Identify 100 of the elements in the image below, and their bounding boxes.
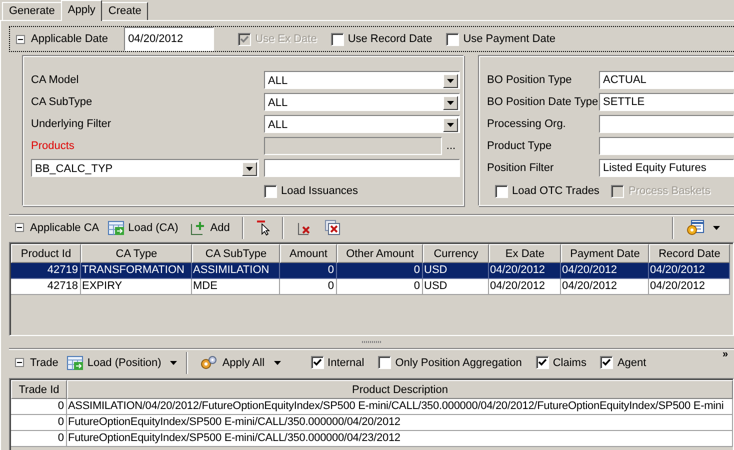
checkbox-label: Use Payment Date	[463, 33, 556, 45]
table-cell: 0	[280, 263, 337, 279]
overflow-button[interactable]: »	[722, 349, 728, 360]
table-cell: FutureOptionEquityIndex/SP500 E-mini/CALL/350.000000/04/20/2012	[67, 415, 733, 431]
input-field[interactable]	[264, 159, 460, 177]
toolbar-button[interactable]: Add	[187, 216, 233, 238]
toolbar-button[interactable]: Load (CA)	[105, 216, 182, 238]
table-row[interactable]: 0 ASSIMILATION/04/20/2012/FutureOptionEquityIndex/SP500 E-mini/CALL/350.000000/04/20/2012/FutureOptionEquityIndex/SP500 E-mini	[11, 399, 733, 415]
table-cell: 0	[11, 399, 67, 415]
gears-icon	[200, 355, 218, 370]
column-header[interactable]: Other Amount	[337, 244, 423, 263]
checkbox[interactable]	[600, 356, 614, 369]
checkbox-label: Internal	[328, 356, 364, 368]
tab[interactable]: Generate	[2, 2, 62, 20]
field-label: Processing Org.	[487, 118, 567, 130]
checkbox-label: Agent	[617, 356, 646, 368]
field-label: CA Model	[31, 74, 80, 86]
checkbox[interactable]	[446, 32, 460, 46]
table-cell: 0	[337, 263, 423, 279]
dropdown[interactable]: ALL	[264, 93, 460, 111]
dropdown-button[interactable]	[443, 74, 458, 88]
checkbox-label: Claims	[552, 356, 586, 368]
tab[interactable]: Apply	[60, 0, 102, 21]
checkbox-label: Load OTC Trades	[512, 185, 600, 197]
checkbox[interactable]	[310, 356, 324, 369]
input-field[interactable]	[599, 137, 734, 155]
table-cell: 0	[337, 279, 423, 295]
caret-icon[interactable]	[713, 226, 720, 230]
table-cell: ASSIMILATION/04/20/2012/FutureOptionEquityIndex/SP500 E-mini/CALL/350.000000/04/20/2012/FutureOptionEquityIndex/SP500 E-mini	[67, 399, 733, 415]
tab[interactable]: Create	[101, 2, 148, 20]
column-header[interactable]: CA Type	[81, 244, 192, 263]
table-cell: EXPIRY	[81, 279, 192, 295]
input-field[interactable]: Listed Equity Futures	[599, 159, 734, 177]
settings-icon	[686, 220, 704, 236]
section-title: Applicable CA	[30, 222, 100, 234]
caret-icon[interactable]	[274, 360, 281, 364]
table-cell: USD	[423, 263, 489, 279]
column-header[interactable]: Trade Id	[11, 380, 67, 399]
column-header[interactable]: Ex Date	[489, 244, 561, 263]
dropdown-button[interactable]	[443, 118, 458, 132]
dropdown-button[interactable]	[443, 96, 458, 110]
caret-icon	[447, 100, 454, 104]
splitter-grip[interactable]	[362, 340, 382, 344]
table-cell: 42718	[11, 279, 81, 295]
collapse-icon[interactable]	[16, 34, 25, 44]
column-header[interactable]: Product Id	[11, 244, 81, 263]
checkbox[interactable]	[378, 356, 392, 369]
field-label: Products	[31, 140, 76, 152]
field-label: BO Position Type	[487, 74, 573, 86]
section-title: Applicable Date	[31, 33, 108, 45]
toolbar-button[interactable]: Apply All	[197, 352, 268, 374]
checkbox[interactable]	[495, 184, 508, 198]
table-row[interactable]: 0 FutureOptionEquityIndex/SP500 E-mini/CALL/350.000000/04/20/2012	[11, 415, 733, 431]
table-cell: 0	[280, 279, 337, 295]
table-cell: 04/20/2012	[561, 263, 649, 279]
field-label: Position Filter	[487, 162, 555, 174]
table-cell: 04/20/2012	[561, 279, 649, 295]
table-cell: USD	[423, 279, 489, 295]
table-icon	[67, 356, 84, 370]
collapse-icon[interactable]	[15, 223, 24, 232]
field-label: BO Position Date Type	[487, 96, 599, 108]
column-header[interactable]: Amount	[280, 244, 337, 263]
checkbox-label: Only Position Aggregation	[395, 356, 522, 368]
table-row[interactable]: 42719 TRANSFORMATION ASSIMILATION 0 0 USD 04/20/2012 04/20/2012 04/20/2012	[11, 263, 733, 279]
checkbox-label: Load Issuances	[281, 185, 358, 197]
checkbox[interactable]	[330, 32, 344, 46]
checkbox[interactable]	[264, 184, 277, 198]
input-field[interactable]	[599, 115, 734, 133]
table-cell: MDE	[192, 279, 280, 295]
table-cell: 04/20/2012	[489, 279, 561, 295]
date-field[interactable]: 04/20/2012	[124, 27, 214, 51]
table-cell: 42719	[11, 263, 81, 279]
caret-icon	[447, 78, 454, 82]
table-row[interactable]: 42718 EXPIRY MDE 0 0 USD 04/20/2012 04/20/2012 04/20/2012	[11, 279, 733, 295]
input-field[interactable]: ACTUAL	[599, 71, 734, 89]
browse-button[interactable]: ...	[442, 140, 460, 152]
dropdown[interactable]: ALL	[264, 115, 460, 133]
section-title: Trade	[30, 356, 58, 368]
table-icon	[108, 220, 124, 234]
dropdown[interactable]: BB_CALC_TYP	[31, 159, 259, 177]
dropdown-button[interactable]	[242, 162, 257, 176]
toolbar-button[interactable]: Load (Position)	[64, 352, 164, 374]
delete-all-icon	[324, 219, 341, 236]
dropdown[interactable]: ALL	[264, 71, 460, 89]
column-header[interactable]: Payment Date	[561, 244, 649, 263]
input-field[interactable]: SETTLE	[599, 93, 734, 111]
field-label: CA SubType	[31, 96, 94, 108]
table-cell: 0	[11, 415, 67, 431]
column-header[interactable]: Product Description	[67, 380, 733, 399]
column-header[interactable]: Record Date	[649, 244, 730, 263]
field-label: Underlying Filter	[31, 118, 112, 130]
caret-icon	[447, 122, 454, 126]
column-header[interactable]: CA SubType	[192, 244, 280, 263]
checkbox[interactable]	[536, 356, 549, 369]
caret-icon[interactable]	[170, 360, 178, 364]
collapse-icon[interactable]	[15, 358, 24, 367]
table-cell: FutureOptionEquityIndex/SP500 E-mini/CALL/350.000000/04/23/2012	[67, 431, 733, 447]
field-label: Product Type	[487, 140, 553, 152]
table-row[interactable]: 0 FutureOptionEquityIndex/SP500 E-mini/CALL/350.000000/04/23/2012	[11, 431, 733, 447]
column-header[interactable]: Currency	[423, 244, 489, 263]
